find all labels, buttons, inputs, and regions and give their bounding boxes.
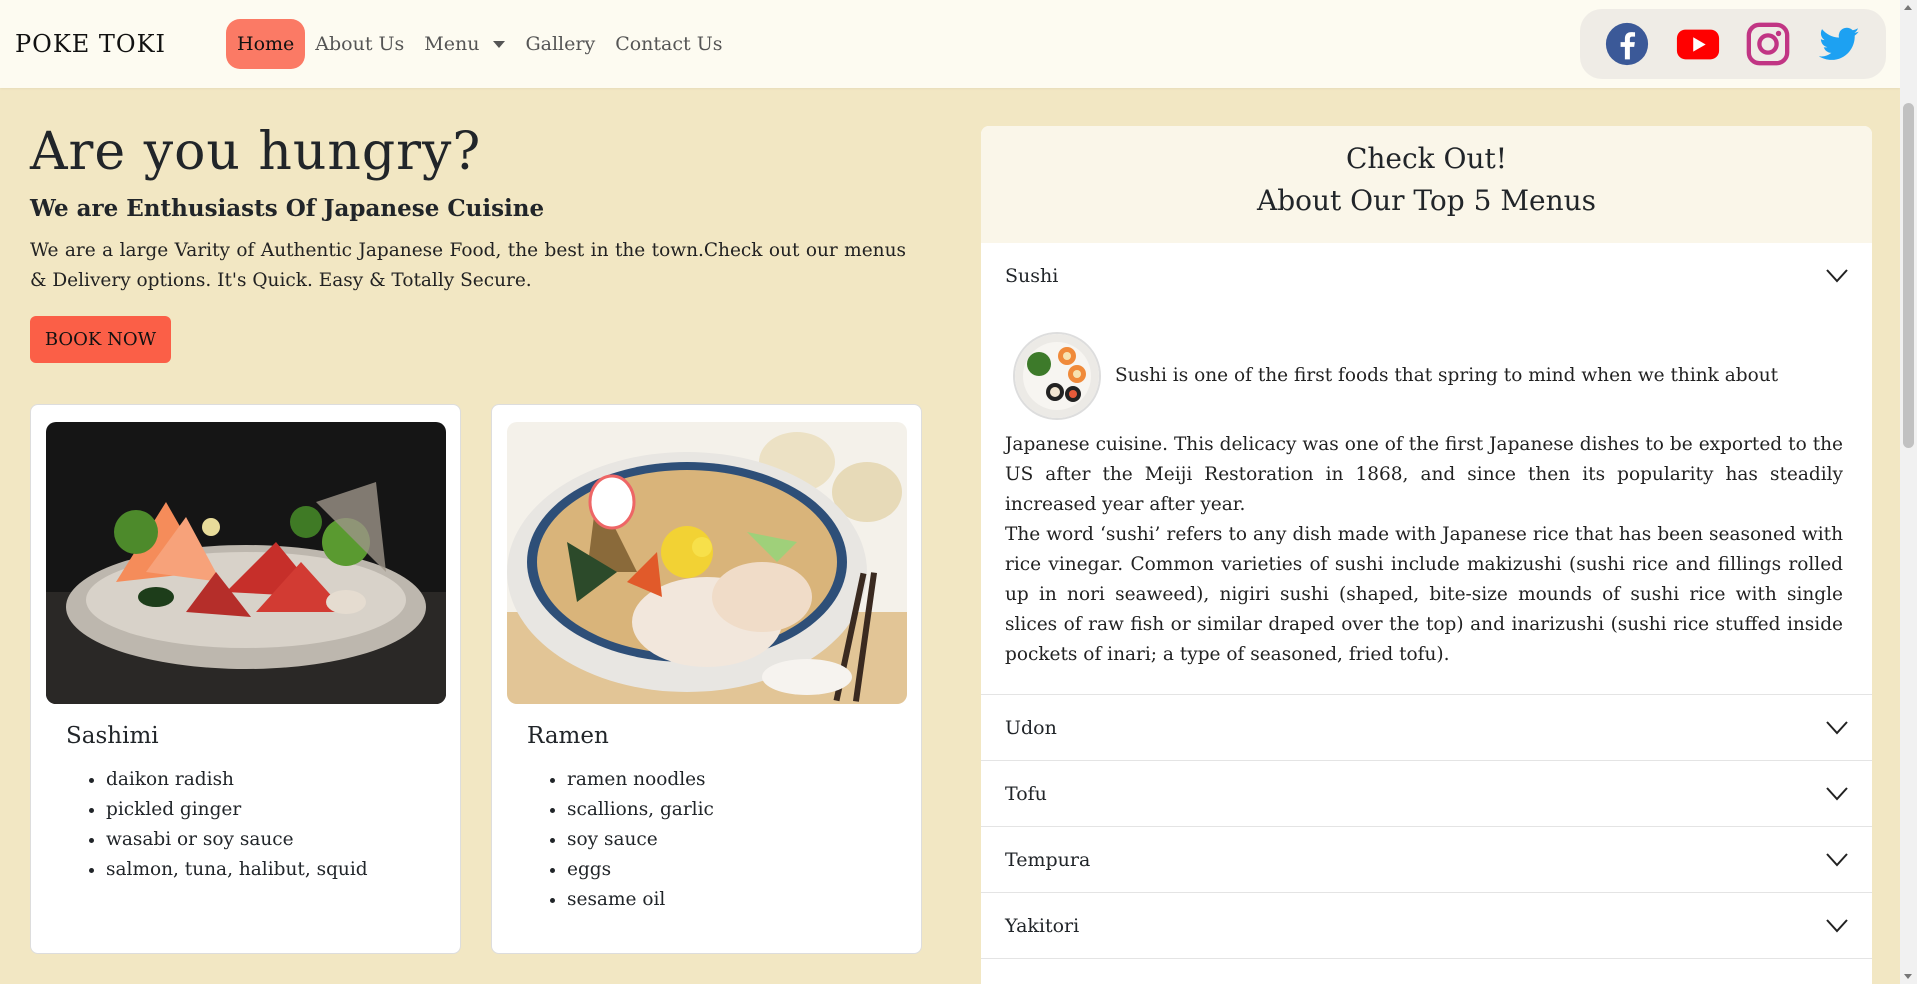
sushi-lead: Sushi is one of the first foods that spr… (1015, 334, 1843, 418)
list-item: ramen noodles (567, 765, 714, 795)
accordion-label: Tofu (1005, 782, 1047, 805)
sushi-paragraph-2: The word ‘sushi’ refers to any dish made… (1005, 524, 1843, 665)
accordion-toggle-sushi[interactable]: Sushi (981, 243, 1872, 308)
ramen-image (507, 422, 907, 704)
nav-home[interactable]: Home (226, 19, 306, 69)
ingredient-list: daikon radish pickled ginger wasabi or s… (106, 765, 368, 885)
hero-title: Are you hungry? (30, 122, 482, 182)
accordion-toggle-yakitori[interactable]: Yakitori (981, 893, 1872, 958)
nav-menu-dropdown[interactable]: Menu (414, 23, 515, 65)
accordion-label: Sushi (1005, 264, 1059, 287)
instagram-icon[interactable] (1745, 21, 1791, 67)
nav-contact-us[interactable]: Contact Us (605, 23, 732, 65)
list-item: pickled ginger (106, 795, 368, 825)
accordion-item-udon: Udon (981, 695, 1872, 761)
sashimi-image (46, 422, 446, 704)
hero-description: We are a large Varity of Authentic Japan… (30, 240, 906, 291)
accordion-toggle-tempura[interactable]: Tempura (981, 827, 1872, 892)
book-now-button[interactable]: BOOK NOW (30, 316, 171, 363)
accordion-body-sushi: Sushi is one of the first foods that spr… (981, 308, 1872, 694)
scrollbar-thumb[interactable] (1903, 103, 1914, 448)
accordion-item-tofu: Tofu (981, 761, 1872, 827)
list-item: scallions, garlic (567, 795, 714, 825)
hero-subtitle: We are Enthusiasts Of Japanese Cuisine (30, 195, 545, 222)
chevron-down-icon (1826, 786, 1848, 800)
brand-logo[interactable]: POKE TOKI (15, 30, 166, 58)
panel-header: Check Out! About Our Top 5 Menus (981, 126, 1872, 243)
facebook-icon[interactable] (1604, 21, 1650, 67)
accordion-toggle-tofu[interactable]: Tofu (981, 761, 1872, 826)
nav-links: Home About Us Menu Gallery Contact Us (226, 19, 732, 69)
list-item: eggs (567, 855, 714, 885)
accordion-label: Tempura (1005, 848, 1091, 871)
accordion-item-sushi: Sushi Sushi is one of the first foods th… (981, 243, 1872, 695)
chevron-down-icon (1826, 918, 1848, 932)
ingredient-list: ramen noodles scallions, garlic soy sauc… (567, 765, 714, 915)
caret-down-icon (493, 40, 506, 48)
accordion-toggle-udon[interactable]: Udon (981, 695, 1872, 760)
list-item: soy sauce (567, 825, 714, 855)
sushi-thumbnail (1015, 334, 1099, 418)
youtube-icon[interactable] (1675, 21, 1721, 67)
navbar: POKE TOKI Home About Us Menu Gallery Con… (0, 0, 1900, 88)
list-item: sesame oil (567, 885, 714, 915)
chevron-down-icon (1826, 852, 1848, 866)
list-item: daikon radish (106, 765, 368, 795)
nav-about-us[interactable]: About Us (305, 23, 414, 65)
top-menus-panel: Check Out! About Our Top 5 Menus Sushi S… (981, 126, 1872, 984)
chevron-down-icon (1826, 720, 1848, 734)
scroll-down-arrow-icon[interactable] (1904, 974, 1912, 979)
list-item: wasabi or soy sauce (106, 825, 368, 855)
card-title: Sashimi (66, 723, 159, 749)
menu-card-ramen: Ramen ramen noodles scallions, garlic so… (491, 404, 922, 954)
social-links (1580, 9, 1886, 79)
accordion-label: Yakitori (1005, 914, 1080, 937)
menu-card-sashimi: Sashimi daikon radish pickled ginger was… (30, 404, 461, 954)
panel-heading-line1: Check Out! (1345, 142, 1508, 175)
accordion-item-tempura: Tempura (981, 827, 1872, 893)
sushi-paragraph-1: Japanese cuisine. This delicacy was one … (1005, 434, 1843, 515)
list-item: salmon, tuna, halibut, squid (106, 855, 368, 885)
sushi-lead-text: Sushi is one of the first foods that spr… (1115, 365, 1779, 386)
page-scrollbar[interactable] (1900, 0, 1917, 984)
scroll-up-arrow-icon[interactable] (1904, 5, 1912, 10)
twitter-icon[interactable] (1816, 21, 1862, 67)
chevron-down-icon (1826, 268, 1848, 282)
nav-menu-label: Menu (424, 33, 480, 55)
panel-heading-line2: About Our Top 5 Menus (1256, 184, 1597, 217)
nav-gallery[interactable]: Gallery (515, 23, 605, 65)
card-title: Ramen (527, 723, 609, 749)
accordion-label: Udon (1005, 716, 1057, 739)
accordion-item-yakitori: Yakitori (981, 893, 1872, 959)
